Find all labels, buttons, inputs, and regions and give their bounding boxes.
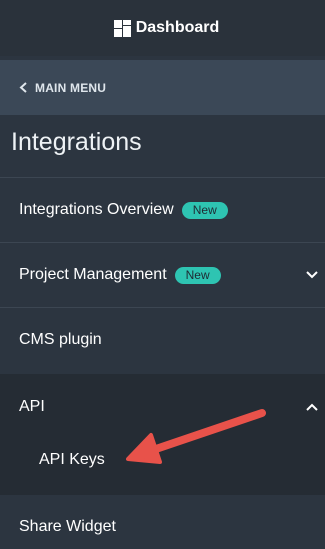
api-group: API API Keys	[0, 374, 325, 495]
nav-item-label: Integrations Overview	[19, 201, 174, 218]
main-menu-label: MAIN MENU	[35, 80, 107, 95]
top-bar: Dashboard	[0, 0, 325, 56]
nav-item-label: CMS plugin	[19, 331, 102, 348]
nav-item-project-management[interactable]: Project Management New	[0, 243, 325, 307]
nav-item-share-widget[interactable]: Share Widget	[0, 495, 325, 549]
chevron-up-icon[interactable]	[306, 403, 318, 411]
nav-item-api[interactable]: API	[0, 374, 325, 440]
nav-item-label: Share Widget	[19, 518, 116, 535]
nav-item-label: API	[19, 398, 45, 415]
new-badge: New	[181, 201, 228, 219]
main-menu-back-link[interactable]: MAIN MENU	[0, 60, 325, 115]
new-badge: New	[174, 266, 221, 284]
dashboard-logo[interactable]: Dashboard	[113, 19, 220, 37]
section-title: Integrations	[11, 128, 142, 156]
nav-item-integrations-overview[interactable]: Integrations Overview New	[0, 178, 325, 242]
dashboard-title: Dashboard	[135, 19, 220, 36]
dashboard-grid-icon	[113, 19, 131, 37]
sub-item-api-keys[interactable]: API Keys	[0, 440, 325, 480]
nav-item-cms-plugin[interactable]: CMS plugin	[0, 308, 325, 372]
chevron-left-icon	[19, 82, 27, 93]
chevron-down-icon[interactable]	[306, 271, 318, 279]
sub-item-label: API Keys	[39, 451, 105, 468]
nav-item-label: Project Management	[19, 266, 167, 283]
